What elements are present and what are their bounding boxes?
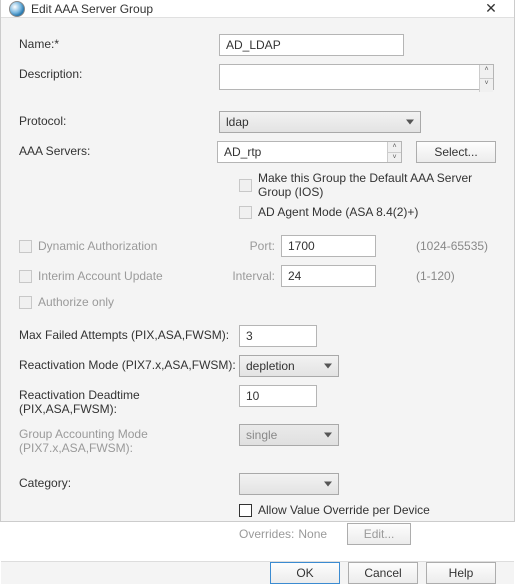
aaa-servers-label: AAA Servers: [19,141,217,158]
interval-input [281,265,376,287]
description-spinner[interactable]: ˄ ˅ [479,65,493,92]
ad-agent-checkbox [239,206,252,219]
description-label: Description: [19,64,219,81]
interval-label: Interval: [219,269,281,283]
group-accounting-label: Group Accounting Mode (PIX7.x,ASA,FWSM): [19,424,239,455]
window-title: Edit AAA Server Group [31,2,476,16]
protocol-value: ldap [226,115,249,129]
group-accounting-select: single [239,424,339,446]
help-button[interactable]: Help [426,562,496,584]
interval-range: (1-120) [416,269,455,283]
category-label: Category: [19,473,239,490]
chevron-down-icon[interactable]: ˅ [479,79,493,92]
protocol-label: Protocol: [19,111,219,128]
dialog-body: Name:* Description: ˄ ˅ Protocol: ldap [1,18,514,561]
make-default-checkbox [239,179,252,192]
max-failed-label: Max Failed Attempts (PIX,ASA,FWSM): [19,325,239,342]
name-input[interactable] [219,34,404,56]
authorize-only-label: Authorize only [38,295,114,309]
aaa-servers-spinner[interactable]: ˄ ˅ [387,142,401,162]
chevron-down-icon [324,482,332,487]
edit-overrides-button: Edit... [347,523,411,545]
reactivation-deadtime-label: Reactivation Deadtime (PIX,ASA,FWSM): [19,385,239,416]
reactivation-mode-label: Reactivation Mode (PIX7.x,ASA,FWSM): [19,355,239,372]
chevron-up-icon[interactable]: ˄ [387,142,401,153]
port-input [281,235,376,257]
make-default-label: Make this Group the Default AAA Server G… [258,171,496,199]
interim-label: Interim Account Update [38,269,163,283]
overrides-label: Overrides: [239,527,294,541]
group-accounting-value: single [246,428,277,442]
chevron-up-icon[interactable]: ˄ [479,65,493,79]
protocol-select[interactable]: ldap [219,111,421,133]
ad-agent-label: AD Agent Mode (ASA 8.4(2)+) [258,205,418,219]
dialog-footer: OK Cancel Help [1,561,514,584]
description-wrap: ˄ ˅ [219,64,494,93]
select-button[interactable]: Select... [416,141,496,163]
cancel-button[interactable]: Cancel [348,562,418,584]
interim-checkbox [19,270,32,283]
chevron-down-icon[interactable]: ˅ [387,153,401,163]
app-icon [9,1,25,17]
dynamic-auth-label: Dynamic Authorization [38,239,157,253]
allow-override-label: Allow Value Override per Device [258,503,430,517]
allow-override-checkbox[interactable] [239,504,252,517]
max-failed-input[interactable] [239,325,317,347]
overrides-value: None [298,527,327,541]
description-input[interactable] [219,64,494,90]
dialog: Edit AAA Server Group ✕ Name:* Descripti… [0,0,515,522]
ok-button[interactable]: OK [270,562,340,584]
port-label: Port: [219,239,281,253]
port-range: (1024-65535) [416,239,488,253]
close-icon[interactable]: ✕ [476,0,506,17]
aaa-servers-input[interactable] [217,141,402,163]
dynamic-auth-checkbox [19,240,32,253]
chevron-down-icon [324,364,332,369]
titlebar: Edit AAA Server Group ✕ [1,0,514,18]
authorize-only-checkbox [19,296,32,309]
name-label: Name:* [19,34,219,51]
category-select[interactable] [239,473,339,495]
chevron-down-icon [324,433,332,438]
chevron-down-icon [406,120,414,125]
aaa-servers-wrap: ˄ ˅ [217,141,402,163]
reactivation-deadtime-input[interactable] [239,385,317,407]
reactivation-mode-value: depletion [246,359,295,373]
reactivation-mode-select[interactable]: depletion [239,355,339,377]
